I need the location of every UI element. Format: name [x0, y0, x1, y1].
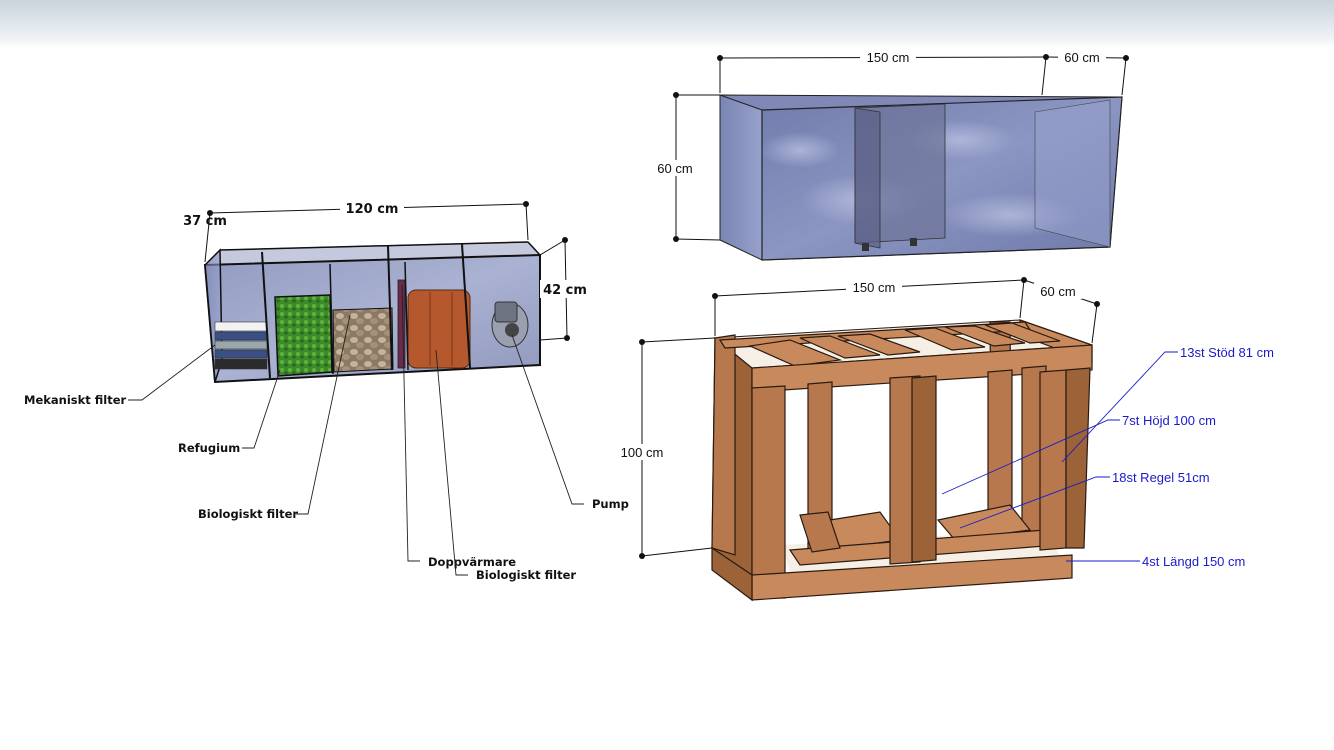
tank-depth-label: 60 cm — [1064, 50, 1099, 65]
bio-media — [407, 289, 471, 369]
stand-drawing — [711, 319, 1093, 602]
verticals-label: 7st Höjd 100 cm — [1122, 413, 1216, 428]
sump-drawing — [203, 241, 542, 384]
sump-height-label: 42 cm — [543, 283, 587, 298]
heater-label: Doppvärmare — [428, 555, 516, 569]
lengths-label: 4st Längd 150 cm — [1142, 554, 1245, 569]
mech-filter-label: Mekaniskt filter — [24, 393, 127, 407]
pump-label: Pump — [592, 497, 629, 511]
rails-label: 18st Regel 51cm — [1112, 470, 1210, 485]
sump-depth-label: 37 cm — [183, 214, 227, 229]
tank-drawing — [719, 94, 1123, 261]
stand-height-label: 100 cm — [621, 445, 664, 460]
supports-label: 13st Stöd 81 cm — [1180, 345, 1274, 360]
refugium-plants — [274, 294, 333, 377]
stand-depth-label: 60 cm — [1040, 284, 1075, 299]
tank-height-label: 60 cm — [657, 161, 692, 176]
pump-icon — [491, 301, 529, 348]
stand-width-label: 150 cm — [853, 280, 896, 295]
sump-width-label: 120 cm — [346, 202, 399, 217]
filter-pads — [214, 321, 268, 370]
bio-rocks — [332, 307, 394, 373]
overflow-box — [854, 103, 946, 251]
refugium-label: Refugium — [178, 441, 240, 455]
aquarium-setup-diagram: 120 cm 37 cm 42 cm Mekaniskt filter Refu… — [24, 49, 1274, 602]
bio-filter-label-1: Biologiskt filter — [198, 507, 298, 521]
bio-filter-label-2: Biologiskt filter — [476, 568, 576, 582]
tank-width-label: 150 cm — [867, 50, 910, 65]
